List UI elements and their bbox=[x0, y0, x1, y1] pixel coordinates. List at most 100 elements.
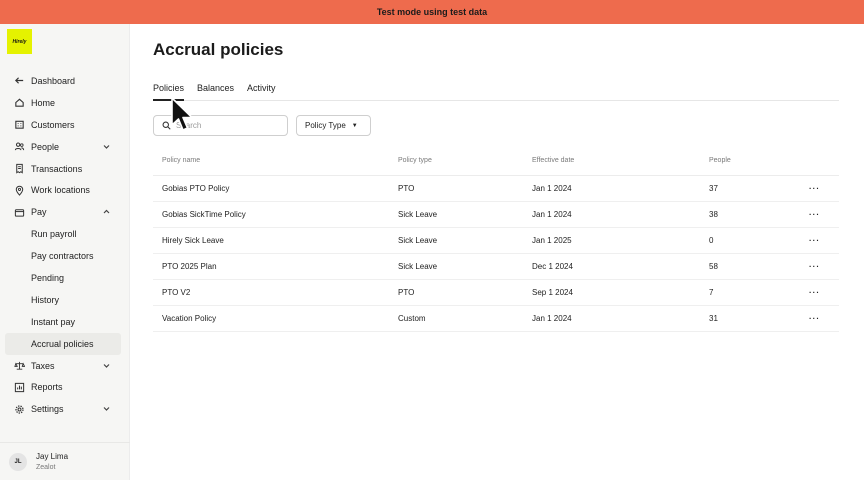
scale-icon bbox=[13, 360, 25, 372]
cell-policy-name: Hirely Sick Leave bbox=[162, 236, 224, 245]
sidebar-item-label: Taxes bbox=[31, 360, 55, 371]
sidebar-item-reports[interactable]: Reports bbox=[5, 376, 121, 398]
tab-balances[interactable]: Balances bbox=[197, 83, 234, 101]
cell-people: 7 bbox=[709, 288, 714, 297]
cell-policy-name: Gobias PTO Policy bbox=[162, 184, 230, 193]
sidebar-item-accrual-policies[interactable]: Accrual policies bbox=[5, 332, 121, 355]
policy-type-filter[interactable]: Policy Type ▼ bbox=[296, 115, 371, 136]
sidebar-item-label: Dashboard bbox=[31, 75, 76, 86]
sidebar-item-label: Customers bbox=[31, 119, 75, 130]
cell-effective-date: Jan 1 2024 bbox=[532, 184, 572, 193]
arrow-left-icon bbox=[13, 75, 25, 87]
sidebar-nav: Dashboard Home Customers People Transactions… bbox=[5, 70, 121, 420]
header-policy-type: Policy type bbox=[398, 157, 432, 164]
cell-policy-type: Sick Leave bbox=[398, 262, 438, 271]
hirely-logo[interactable]: Hirely bbox=[7, 29, 32, 54]
more-options-icon[interactable]: ··· bbox=[809, 184, 839, 193]
header-effective-date: Effective date bbox=[532, 157, 575, 164]
cell-people: 31 bbox=[709, 314, 718, 323]
user-name: Jay Lima bbox=[36, 452, 69, 461]
more-options-icon[interactable]: ··· bbox=[809, 262, 839, 271]
cell-policy-name: Gobias SickTime Policy bbox=[162, 210, 246, 219]
chevron-down-icon[interactable] bbox=[102, 142, 111, 151]
avatar-initials: JL bbox=[14, 458, 22, 465]
tab-activity[interactable]: Activity bbox=[247, 83, 276, 101]
sidebar-item-label: Home bbox=[31, 97, 56, 108]
building-icon bbox=[13, 119, 25, 131]
people-icon bbox=[13, 141, 25, 153]
cell-policy-name: Vacation Policy bbox=[162, 314, 217, 323]
cell-effective-date: Sep 1 2024 bbox=[532, 288, 573, 297]
sidebar-item-label: Instant pay bbox=[31, 316, 76, 327]
sidebar-item-taxes[interactable]: Taxes bbox=[5, 355, 121, 377]
home-icon bbox=[13, 97, 25, 109]
sidebar-item-label: Work locations bbox=[31, 185, 90, 196]
sidebar-item-label: People bbox=[31, 141, 60, 152]
cell-people: 37 bbox=[709, 184, 718, 193]
cell-policy-type: Custom bbox=[398, 314, 426, 323]
table-body: Gobias PTO Policy PTO Jan 1 2024 37 ··· Gobia… bbox=[153, 176, 839, 332]
sidebar-item-work-locations[interactable]: Work locations bbox=[5, 179, 121, 201]
sidebar-item-history[interactable]: History bbox=[5, 289, 121, 311]
sidebar-item-label: Transactions bbox=[31, 163, 83, 174]
cell-policy-name: PTO V2 bbox=[162, 288, 191, 297]
sidebar-item-label: Reports bbox=[31, 382, 63, 393]
filter-label: Policy Type bbox=[305, 121, 346, 130]
more-options-icon[interactable]: ··· bbox=[809, 314, 839, 323]
user-org: Zealot bbox=[36, 464, 56, 471]
user-profile[interactable]: JL Jay Lima Zealot bbox=[0, 442, 130, 480]
sidebar-item-home[interactable]: Home bbox=[5, 92, 121, 114]
sidebar: Hirely Dashboard Home Customers People Trans… bbox=[0, 24, 130, 480]
cell-effective-date: Jan 1 2025 bbox=[532, 236, 572, 245]
sidebar-item-pay-contractors[interactable]: Pay contractors bbox=[5, 245, 121, 267]
table-row[interactable]: PTO 2025 Plan Sick Leave Dec 1 2024 58 ··· bbox=[153, 254, 839, 280]
more-options-icon[interactable]: ··· bbox=[809, 288, 839, 297]
cell-effective-date: Jan 1 2024 bbox=[532, 314, 572, 323]
header-policy-name: Policy name bbox=[162, 157, 201, 164]
cell-policy-type: PTO bbox=[398, 288, 415, 297]
cell-people: 38 bbox=[709, 210, 718, 219]
chart-icon bbox=[13, 381, 25, 393]
policies-table: Policy name Policy type Effective date P… bbox=[153, 146, 839, 332]
gear-icon bbox=[13, 403, 25, 415]
sidebar-item-dashboard[interactable]: Dashboard bbox=[5, 70, 121, 92]
avatar: JL bbox=[9, 452, 27, 471]
cell-policy-type: PTO bbox=[398, 184, 415, 193]
cell-policy-name: PTO 2025 Plan bbox=[162, 262, 217, 271]
wallet-icon bbox=[13, 206, 25, 218]
more-options-icon[interactable]: ··· bbox=[809, 210, 839, 219]
chevron-up-icon[interactable] bbox=[102, 207, 111, 216]
cell-effective-date: Jan 1 2024 bbox=[532, 210, 572, 219]
location-pin-icon bbox=[13, 184, 25, 196]
chevron-down-icon[interactable] bbox=[102, 404, 111, 413]
table-row[interactable]: Vacation Policy Custom Jan 1 2024 31 ··· bbox=[153, 306, 839, 332]
sidebar-item-pay[interactable]: Pay bbox=[5, 201, 121, 223]
sidebar-item-label: Pay contractors bbox=[31, 251, 94, 262]
test-mode-banner: Test mode using test data bbox=[0, 0, 864, 24]
receipt-icon bbox=[13, 163, 25, 175]
table-row[interactable]: PTO V2 PTO Sep 1 2024 7 ··· bbox=[153, 280, 839, 306]
sidebar-item-run-payroll[interactable]: Run payroll bbox=[5, 223, 121, 245]
sidebar-item-pending[interactable]: Pending bbox=[5, 267, 121, 289]
sidebar-item-transactions[interactable]: Transactions bbox=[5, 158, 121, 180]
sidebar-item-instant-pay[interactable]: Instant pay bbox=[5, 311, 121, 333]
sidebar-item-label: Settings bbox=[31, 404, 64, 415]
sidebar-item-people[interactable]: People bbox=[5, 136, 121, 158]
sidebar-item-settings[interactable]: Settings bbox=[5, 398, 121, 420]
caret-down-icon: ▼ bbox=[351, 122, 358, 129]
table-row[interactable]: Hirely Sick Leave Sick Leave Jan 1 2025 0 ··… bbox=[153, 228, 839, 254]
cell-people: 58 bbox=[709, 262, 718, 271]
sidebar-item-label: Run payroll bbox=[31, 229, 77, 240]
sidebar-item-customers[interactable]: Customers bbox=[5, 114, 121, 136]
table-row[interactable]: Gobias SickTime Policy Sick Leave Jan 1 20… bbox=[153, 202, 839, 228]
page-title: Accrual policies bbox=[153, 40, 284, 59]
cell-policy-type: Sick Leave bbox=[398, 210, 438, 219]
main-content: Accrual policies Policies Balances Activ… bbox=[130, 24, 864, 480]
table-row[interactable]: Gobias PTO Policy PTO Jan 1 2024 37 ··· bbox=[153, 176, 839, 202]
cell-effective-date: Dec 1 2024 bbox=[532, 262, 573, 271]
logo-text: Hirely bbox=[12, 38, 27, 45]
chevron-down-icon[interactable] bbox=[102, 361, 111, 370]
header-people: People bbox=[709, 157, 731, 164]
more-options-icon[interactable]: ··· bbox=[809, 236, 839, 245]
sidebar-item-label: Pay bbox=[31, 207, 47, 218]
